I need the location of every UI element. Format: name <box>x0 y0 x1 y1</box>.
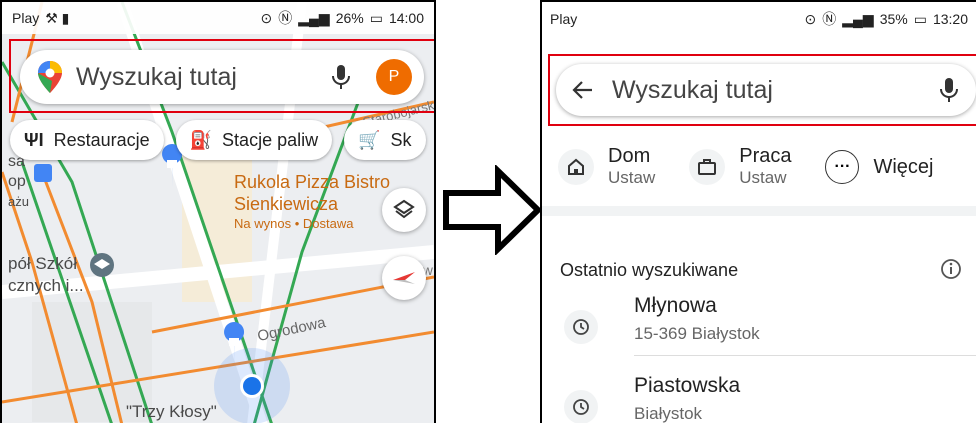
map-label: op <box>8 173 26 190</box>
recent-subtitle: Białystok <box>634 404 703 423</box>
compass-button[interactable] <box>382 256 426 300</box>
shortcut-title: Więcej <box>873 156 934 178</box>
current-location-dot <box>243 377 261 395</box>
battery-percent: 26% <box>335 10 364 26</box>
shortcut-work[interactable]: Praca Ustaw <box>689 145 791 189</box>
recent-subtitle: 15-369 Białystok <box>634 324 760 343</box>
status-bar: Play ⚒ ▮ ⊙ Ⓝ ▂▄▆ 26% ▭ 14:00 <box>2 2 434 34</box>
recent-title: Młynowa <box>634 294 717 317</box>
poi-subtitle: Na wynos • Dostawa <box>234 216 354 231</box>
chip-label: Restauracje <box>53 129 150 150</box>
chip-shopping[interactable]: 🛒 Sk <box>344 120 426 160</box>
signal-icon: ▂▄▆ <box>298 9 330 26</box>
compass-icon <box>393 272 415 284</box>
shop-square-icon[interactable] <box>34 164 52 182</box>
highlight-box <box>548 54 976 126</box>
search-screen: Play ⊙ Ⓝ ▂▄▆ 35% ▭ 13:20 Wyszukaj tutaj <box>540 0 976 423</box>
highlight-box <box>9 39 434 113</box>
status-bar: Play ⊙ Ⓝ ▂▄▆ 35% ▭ 13:20 <box>542 2 976 36</box>
map-screen: sa op ażu Rukola Pizza Bistro Sienkiewic… <box>0 0 436 423</box>
nfc-icon: Ⓝ <box>822 11 837 27</box>
recent-searches-heading: Ostatnio wyszukiwane <box>560 260 739 280</box>
clock-time: 13:20 <box>932 11 968 27</box>
list-item[interactable]: Piastowska Białystok <box>542 368 976 423</box>
layers-button[interactable] <box>382 188 426 232</box>
history-clock-icon <box>564 310 598 344</box>
carrier-label: Play <box>550 11 578 27</box>
restaurant-icon: ΨΙ <box>24 129 44 150</box>
shortcut-home[interactable]: Dom Ustaw <box>558 145 655 189</box>
list-divider <box>634 355 976 356</box>
battery-icon: ▭ <box>369 9 383 26</box>
list-item[interactable]: Młynowa 15-369 Białystok <box>542 288 976 358</box>
poi-name-line1[interactable]: Rukola Pizza Bistro <box>234 172 390 193</box>
carrier-label: Play <box>12 10 40 26</box>
comparison-stage: sa op ażu Rukola Pizza Bistro Sienkiewic… <box>0 0 976 423</box>
more-icon: ··· <box>825 150 860 184</box>
signal-icon: ▂▄▆ <box>842 10 874 27</box>
location-status-icon: ⊙ <box>804 10 817 27</box>
history-clock-icon <box>564 390 598 423</box>
chip-gas-stations[interactable]: ⛽ Stacje paliw <box>175 120 333 160</box>
battery-icon: ▭ <box>913 10 927 27</box>
shortcut-subtitle: Ustaw <box>739 168 787 187</box>
shopping-cart-icon: 🛒 <box>358 129 381 150</box>
shortcut-title: Praca <box>739 145 792 167</box>
saved-places-row: Dom Ustaw Praca Ustaw ··· Więcej <box>542 138 976 196</box>
shortcut-more[interactable]: ··· Więcej <box>825 150 934 184</box>
map-label: ażu <box>8 194 29 209</box>
home-icon <box>558 149 594 185</box>
gas-station-icon: ⛽ <box>189 129 213 150</box>
school-label-line2[interactable]: cznych i... <box>8 276 84 296</box>
chip-label: Stacje paliw <box>222 129 319 150</box>
shortcut-title: Dom <box>608 145 651 167</box>
category-chips: ΨΙ Restauracje ⛽ Stacje paliw 🛒 Sk <box>10 120 434 162</box>
clock-time: 14:00 <box>388 10 424 26</box>
school-label-line1[interactable]: pół Szkół <box>8 254 77 274</box>
section-divider <box>542 206 976 216</box>
poi-name-line2[interactable]: Sienkiewicza <box>234 194 338 215</box>
shortcut-subtitle: Ustaw <box>608 168 656 187</box>
recent-title: Piastowska <box>634 374 741 397</box>
info-icon[interactable] <box>940 258 962 280</box>
briefcase-icon <box>689 149 726 185</box>
chip-restaurants[interactable]: ΨΙ Restauracje <box>10 120 164 160</box>
nfc-icon: Ⓝ <box>278 10 293 26</box>
location-status-icon: ⊙ <box>260 9 273 26</box>
transition-arrow-icon <box>443 165 542 255</box>
place-label-trzy-klosy[interactable]: "Trzy Kłosy" <box>126 402 217 422</box>
battery-percent: 35% <box>879 11 908 27</box>
signal-status-icon: ⚒ ▮ <box>45 9 70 26</box>
chip-label: Sk <box>390 129 412 150</box>
layers-icon <box>393 199 415 219</box>
